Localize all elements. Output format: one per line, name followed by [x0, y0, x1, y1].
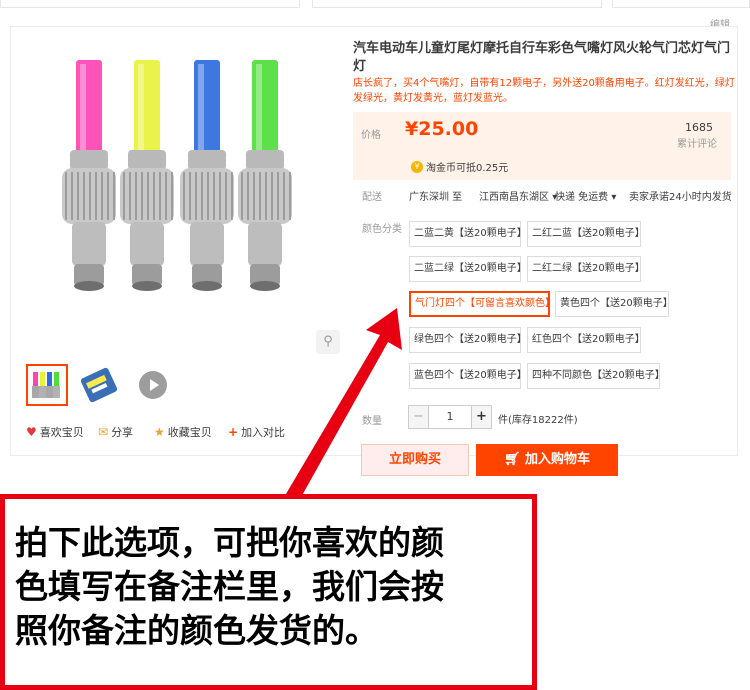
price-label: 价格: [361, 130, 381, 141]
color-option[interactable]: 二红二绿【送20颗电子】: [527, 256, 645, 282]
share-button[interactable]: ✉ 分享: [98, 424, 133, 440]
quantity-stepper: − 1 +: [408, 405, 492, 429]
shipping-destination[interactable]: 江西南昌东湖区 ▾: [479, 188, 557, 203]
color-option[interactable]: 二红二蓝【送20颗电子】: [527, 221, 645, 247]
coin-discount: ¥ 淘金币可抵0.25元: [411, 159, 508, 174]
color-option[interactable]: 绿色四个【送20颗电子】: [409, 327, 527, 353]
color-option[interactable]: 黄色四个【送20颗电子】: [555, 291, 673, 317]
color-option[interactable]: 红色四个【送20颗电子】: [527, 327, 645, 353]
review-label[interactable]: 累计评论: [677, 135, 717, 150]
quantity-input[interactable]: 1: [429, 406, 471, 428]
top-card-strip: [0, 0, 750, 10]
shipping-method-label: 快递 免运费: [555, 192, 609, 203]
color-option[interactable]: 二蓝二绿【送20颗电子】: [409, 256, 527, 282]
plus-icon: +: [228, 425, 239, 439]
share-icon: ✉: [98, 425, 109, 439]
color-option[interactable]: 四种不同颜色【送20颗电子】: [527, 363, 665, 389]
search-icon: ⚲: [323, 334, 333, 349]
valve-light: [62, 60, 116, 291]
thumbnail-2[interactable]: [78, 364, 120, 406]
quantity-label: 数量: [362, 416, 382, 427]
increase-button[interactable]: +: [471, 406, 491, 428]
shipping-from: 广东深圳 至: [409, 192, 463, 203]
top-card: [612, 0, 750, 8]
shipping-to: 江西南昌东湖区: [479, 192, 549, 203]
heart-icon: ♥: [26, 425, 37, 439]
add-to-cart-label: 加入购物车: [525, 452, 591, 467]
valve-light: [238, 60, 292, 291]
product-page: 编辑 ⚲: [0, 0, 750, 690]
color-label: 颜色分类: [362, 224, 402, 235]
color-option[interactable]: 二蓝二黄【送20颗电子】: [409, 221, 527, 247]
valve-light: [180, 60, 234, 291]
shipping-promise: 卖家承诺24小时内发货: [629, 192, 732, 203]
stock-text: 件(库存18222件): [498, 415, 578, 426]
play-icon: [139, 371, 167, 399]
product-subtitle: 店长疯了，买4个气嘴灯，自带有12颗电子，另外送20颗备用电子。红灯发红光，绿灯…: [353, 78, 735, 104]
price-box: 价格 ¥25.00 1685 累计评论 ¥ 淘金币可抵0.25元: [353, 112, 731, 180]
coin-text: 淘金币可抵0.25元: [426, 163, 509, 174]
thumbnail-image: [80, 367, 118, 403]
zoom-button[interactable]: ⚲: [316, 330, 340, 354]
coin-icon: ¥: [411, 160, 423, 173]
chevron-down-icon: ▾: [611, 192, 617, 203]
share-label: 分享: [111, 426, 134, 439]
buy-now-button[interactable]: 立即购买: [361, 444, 469, 476]
decrease-button[interactable]: −: [409, 406, 429, 428]
star-icon: ★: [154, 425, 165, 439]
shipping-method[interactable]: 快递 免运费 ▾: [555, 188, 616, 203]
video-thumbnail[interactable]: [132, 364, 174, 406]
collect-button[interactable]: ★ 收藏宝贝: [154, 424, 212, 440]
color-option-selected[interactable]: 气门灯四个【可留言喜欢颜色】: [409, 291, 555, 317]
shipping-label: 配送: [362, 192, 382, 203]
compare-button[interactable]: + 加入对比: [228, 424, 285, 440]
annotation-callout: 拍下此选项，可把你喜欢的颜 色填写在备注栏里，我们会按 照你备注的颜色发货的。: [0, 494, 537, 690]
favorite-button[interactable]: ♥ 喜欢宝贝: [26, 424, 84, 440]
price-value: ¥25.00: [405, 118, 479, 140]
compare-label: 加入对比: [241, 426, 286, 439]
collect-label: 收藏宝贝: [167, 426, 212, 439]
favorite-label: 喜欢宝贝: [39, 426, 84, 439]
product-title: 汽车电动车儿童灯尾灯摩托自行车彩色气嘴灯风火轮气门芯灯气门灯: [353, 41, 731, 74]
add-to-cart-button[interactable]: 🛒︎ 加入购物车: [476, 444, 618, 476]
thumbnail-image: [32, 372, 60, 398]
top-card: [312, 0, 602, 8]
valve-light: [120, 60, 174, 291]
annotation-text: 拍下此选项，可把你喜欢的颜 色填写在备注栏里，我们会按 照你备注的颜色发货的。: [15, 523, 444, 650]
review-count: 1685: [685, 121, 713, 134]
cart-icon: 🛒︎: [503, 452, 521, 467]
top-card: [0, 0, 300, 8]
thumbnail-1[interactable]: [26, 364, 68, 406]
main-product-image: [24, 40, 344, 350]
color-option[interactable]: 蓝色四个【送20颗电子】: [409, 363, 527, 389]
